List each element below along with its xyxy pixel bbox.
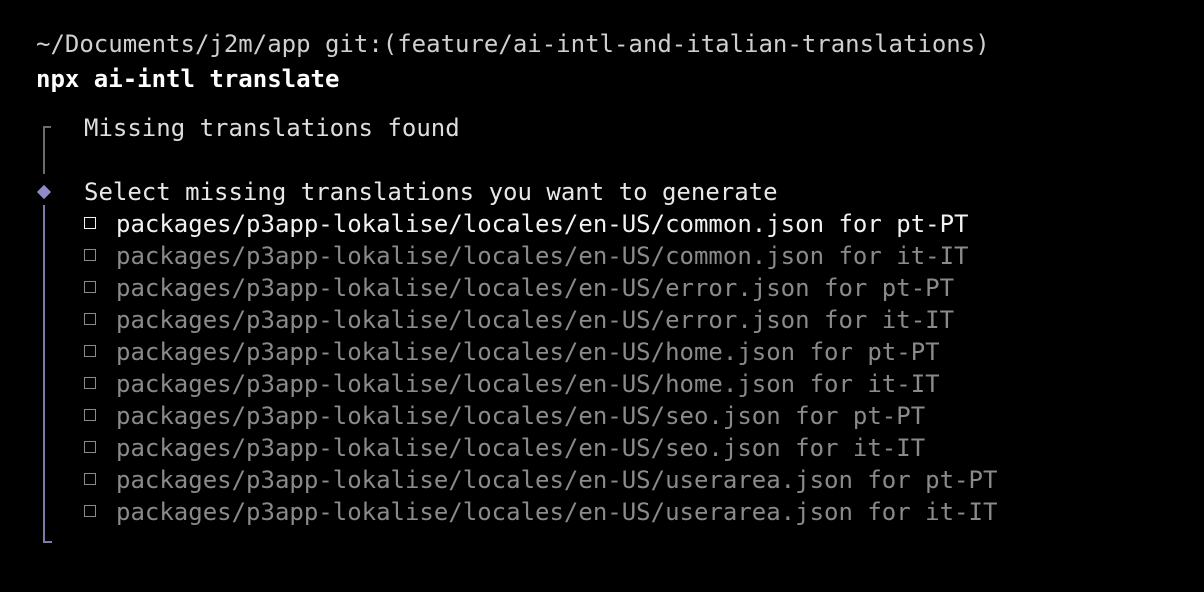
checkbox-icon[interactable] bbox=[84, 281, 96, 293]
checkbox-icon[interactable] bbox=[84, 217, 96, 229]
checkbox-icon[interactable] bbox=[84, 377, 96, 389]
option-item[interactable]: packages/p3app-lokalise/locales/en-US/se… bbox=[84, 432, 925, 464]
checkbox-icon[interactable] bbox=[84, 249, 96, 261]
option-label: packages/p3app-lokalise/locales/en-US/co… bbox=[116, 210, 969, 238]
checkbox-icon[interactable] bbox=[84, 313, 96, 325]
option-item[interactable]: packages/p3app-lokalise/locales/en-US/ho… bbox=[84, 368, 940, 400]
option-label: packages/p3app-lokalise/locales/en-US/co… bbox=[116, 242, 969, 270]
option-label: packages/p3app-lokalise/locales/en-US/se… bbox=[116, 402, 926, 430]
option-item[interactable]: packages/p3app-lokalise/locales/en-US/co… bbox=[84, 240, 969, 272]
checkbox-icon[interactable] bbox=[84, 345, 96, 357]
prompt-guide-corner bbox=[43, 541, 52, 543]
option-item[interactable]: packages/p3app-lokalise/locales/en-US/er… bbox=[84, 272, 954, 304]
option-label: packages/p3app-lokalise/locales/en-US/ho… bbox=[116, 370, 940, 398]
option-item[interactable]: packages/p3app-lokalise/locales/en-US/us… bbox=[84, 496, 997, 528]
option-label: packages/p3app-lokalise/locales/en-US/er… bbox=[116, 274, 955, 302]
option-label: packages/p3app-lokalise/locales/en-US/er… bbox=[116, 306, 955, 334]
prompt-path: ~/Documents/j2m/app git:(feature/ai-intl… bbox=[36, 30, 990, 58]
option-label: packages/p3app-lokalise/locales/en-US/us… bbox=[116, 466, 998, 494]
option-label: packages/p3app-lokalise/locales/en-US/ho… bbox=[116, 338, 940, 366]
option-item[interactable]: packages/p3app-lokalise/locales/en-US/co… bbox=[84, 208, 969, 240]
option-item[interactable]: packages/p3app-lokalise/locales/en-US/us… bbox=[84, 464, 997, 496]
checkbox-icon[interactable] bbox=[84, 441, 96, 453]
diamond-icon bbox=[36, 184, 52, 200]
checkbox-icon[interactable] bbox=[84, 409, 96, 421]
prompt-guide-bar bbox=[43, 205, 45, 543]
option-label: packages/p3app-lokalise/locales/en-US/se… bbox=[116, 434, 926, 462]
command-line: npx ai-intl translate bbox=[36, 65, 340, 93]
step-guide-bar bbox=[43, 126, 45, 174]
step-title: Missing translations found bbox=[84, 114, 460, 142]
option-item[interactable]: packages/p3app-lokalise/locales/en-US/ho… bbox=[84, 336, 940, 368]
checkbox-icon[interactable] bbox=[84, 473, 96, 485]
option-item[interactable]: packages/p3app-lokalise/locales/en-US/er… bbox=[84, 304, 954, 336]
option-item[interactable]: packages/p3app-lokalise/locales/en-US/se… bbox=[84, 400, 925, 432]
checkbox-icon[interactable] bbox=[84, 505, 96, 517]
terminal-window: ~/Documents/j2m/app git:(feature/ai-intl… bbox=[0, 0, 1204, 592]
prompt-question: Select missing translations you want to … bbox=[84, 178, 778, 206]
option-label: packages/p3app-lokalise/locales/en-US/us… bbox=[116, 498, 998, 526]
